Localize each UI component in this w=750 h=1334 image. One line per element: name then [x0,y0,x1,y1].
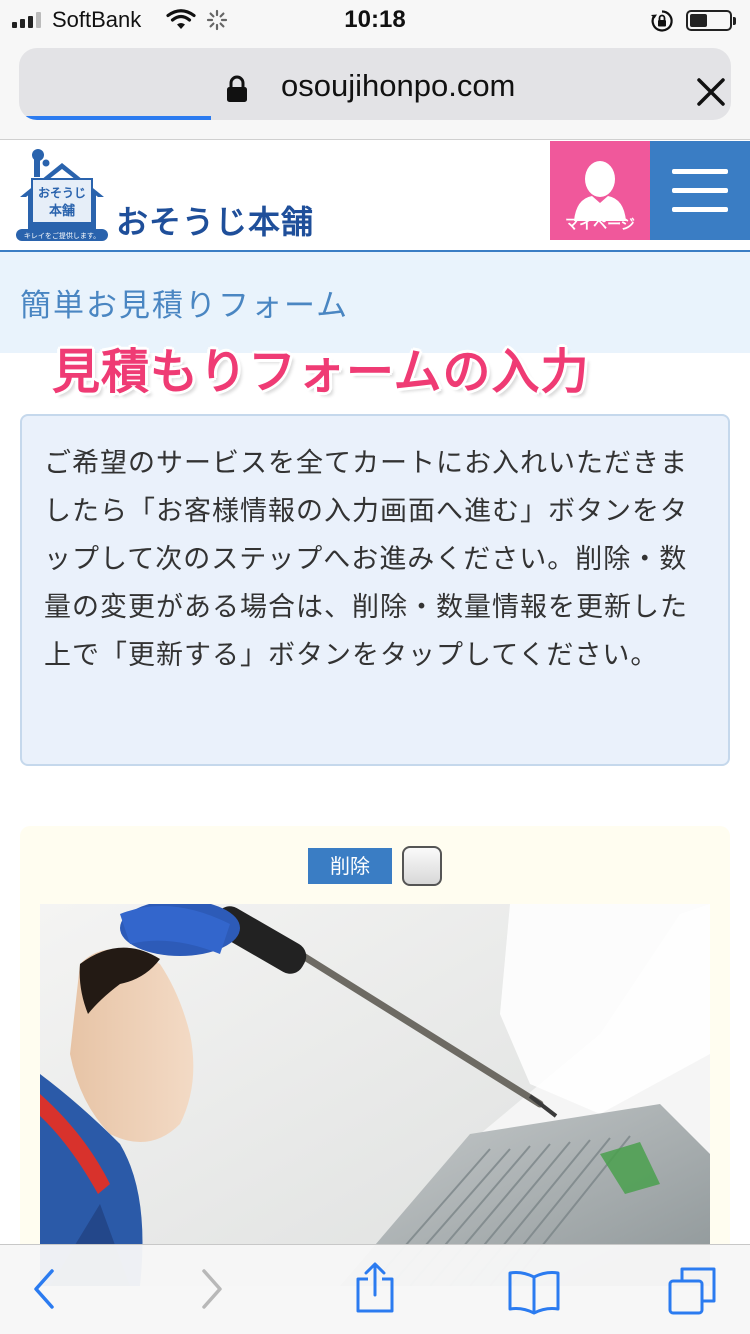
site-logo[interactable]: おそうじ 本舗 キレイをご提供します。 おそうじ本舗 [16,149,336,241]
mypage-button[interactable]: マイページ [550,141,650,240]
hamburger-menu-button[interactable] [650,141,750,240]
tabs-icon[interactable] [666,1265,718,1317]
status-bar: SoftBank 10:18 [0,0,750,40]
hamburger-menu-icon [672,169,728,174]
page-load-progress [19,116,212,120]
bookmarks-icon[interactable] [506,1269,562,1315]
aircon-cleaning-photo [40,904,710,1286]
logo-house-icon: おそうじ 本舗 キレイをご提供します。 [16,149,108,241]
page-title: 簡単お見積りフォーム [20,288,350,324]
service-photo [40,904,710,1286]
orientation-lock-icon [651,10,673,32]
delete-label: 削除 [308,848,392,884]
cart-item: 削除 [20,826,730,1286]
logo-house-text-2: 本舗 [49,203,75,219]
browser-address-area: osoujihonpo.com [0,40,750,140]
browser-toolbar [0,1244,750,1334]
instruction-box: ご希望のサービスを全てカートにお入れいただきましたら「お客様情報の入力画面へ進む… [20,414,730,766]
site-header: おそうじ 本舗 キレイをご提供します。 おそうじ本舗 マイページ [0,141,750,252]
logo-tagline: キレイをご提供します。 [24,231,100,240]
instruction-text: ご希望のサービスを全てカートにお入れいただきましたら「お客様情報の入力画面へ進む… [44,448,688,671]
clock: 10:18 [344,6,406,33]
back-icon[interactable] [30,1267,58,1311]
overlay-caption: 見積もりフォームの入力 [52,344,590,400]
mypage-label: マイページ [565,217,635,233]
lock-icon [227,75,247,102]
url-text: osoujihonpo.com [281,68,516,103]
battery-icon [686,10,736,31]
battery-level [690,14,708,27]
close-icon[interactable] [695,76,727,108]
share-icon[interactable] [354,1261,396,1315]
address-bar[interactable]: osoujihonpo.com [19,48,731,120]
delete-checkbox[interactable] [402,846,442,886]
logo-house-text-1: おそうじ [38,186,86,200]
forward-icon[interactable] [198,1267,226,1311]
logo-wordmark: おそうじ本舗 [116,203,315,241]
